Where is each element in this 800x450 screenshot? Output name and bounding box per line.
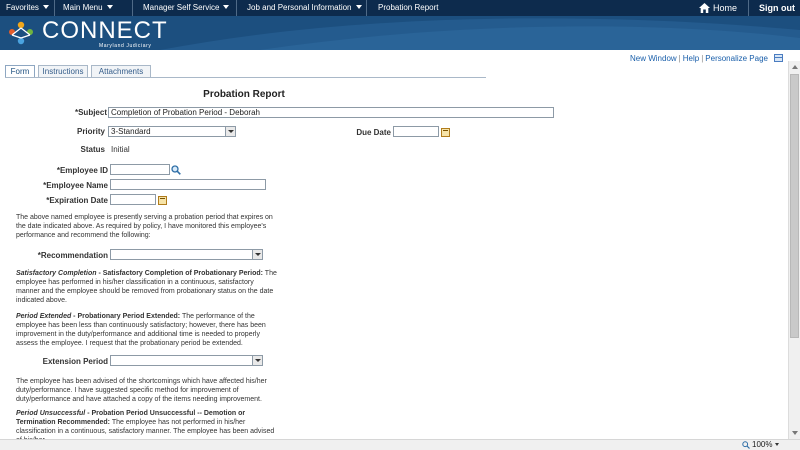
- connect-logo-icon: [9, 21, 33, 45]
- chevron-down-icon: [223, 5, 230, 9]
- period-unsuccessful-paragraph: Period Unsuccessful - Probation Period U…: [16, 409, 278, 439]
- grid-icon[interactable]: [774, 54, 783, 62]
- top-navigation-bar: Favorites Main Menu Manager Self Service…: [0, 0, 800, 16]
- link-separator: |: [701, 54, 704, 63]
- option-title: Period Extended: [16, 313, 72, 320]
- chevron-down-icon: [42, 5, 49, 9]
- option-subtitle: - Probationary Period Extended:: [71, 313, 181, 320]
- advised-paragraph: The employee has been advised of the sho…: [16, 378, 267, 403]
- expiration-date-input[interactable]: [110, 194, 156, 205]
- priority-select[interactable]: 3-Standard: [108, 126, 236, 137]
- option-title: Satisfactory Completion: [16, 270, 97, 277]
- option-title: Period Unsuccessful: [16, 410, 86, 417]
- calendar-icon[interactable]: [441, 128, 450, 137]
- employee-name-label: *Employee Name: [43, 181, 108, 190]
- connect-logo-subtitle: Maryland Judiciary: [99, 43, 152, 49]
- chevron-down-icon[interactable]: [252, 356, 262, 365]
- nav-divider: [366, 0, 367, 16]
- home-link[interactable]: Home: [713, 0, 737, 16]
- zoom-level[interactable]: 100%: [752, 440, 780, 450]
- calendar-icon[interactable]: [158, 196, 167, 205]
- scroll-up-arrow-icon[interactable]: [792, 65, 798, 69]
- status-label: Status: [80, 145, 105, 154]
- page-utility-links: New Window | Help | Personalize Page: [630, 54, 768, 63]
- period-extended-paragraph: Period Extended - Probationary Period Ex…: [16, 312, 278, 348]
- breadcrumb-current-page: Probation Report: [378, 3, 439, 12]
- status-value: Initial: [111, 145, 130, 154]
- nav-divider: [54, 0, 55, 16]
- chevron-down-icon[interactable]: [225, 127, 235, 136]
- favorites-menu[interactable]: Favorites: [6, 0, 49, 16]
- breadcrumb-manager-self-service[interactable]: Manager Self Service: [143, 0, 230, 16]
- priority-label: Priority: [76, 127, 105, 136]
- subject-input[interactable]: Completion of Probation Period - Deborah: [108, 107, 554, 118]
- nav-divider: [236, 0, 237, 16]
- subject-label: *Subject: [74, 108, 107, 117]
- sign-out-link[interactable]: Sign out: [759, 0, 795, 16]
- priority-value: 3-Standard: [111, 127, 151, 136]
- link-separator: |: [678, 54, 681, 63]
- connect-logo-text: CONNECT: [42, 17, 168, 44]
- expiration-date-label: *Expiration Date: [46, 196, 108, 205]
- help-link[interactable]: Help: [683, 54, 699, 63]
- page-title: Probation Report: [203, 89, 285, 100]
- satisfactory-completion-paragraph: Satisfactory Completion - Satisfactory C…: [16, 269, 278, 305]
- employee-id-label: *Employee ID: [56, 166, 108, 175]
- employee-name-input[interactable]: [110, 179, 266, 190]
- lookup-search-icon[interactable]: [171, 165, 181, 175]
- due-date-input[interactable]: [393, 126, 439, 137]
- nav-divider: [748, 0, 749, 16]
- option-subtitle: - Satisfactory Completion of Probationar…: [96, 270, 263, 277]
- nav-divider: [132, 0, 133, 16]
- connect-banner: CONNECT Maryland Judiciary: [0, 16, 800, 50]
- chevron-down-icon: [775, 443, 780, 446]
- chevron-down-icon: [106, 5, 113, 9]
- personalize-page-link[interactable]: Personalize Page: [705, 54, 768, 63]
- tab-divider: [5, 77, 486, 78]
- main-menu[interactable]: Main Menu: [63, 0, 113, 16]
- due-date-label: Due Date: [356, 128, 391, 137]
- extension-period-select[interactable]: [110, 355, 263, 366]
- breadcrumb-label: Job and Personal Information: [247, 3, 352, 12]
- extension-period-label: Extension Period: [42, 357, 108, 366]
- scrollbar-thumb[interactable]: [790, 74, 799, 338]
- zoom-icon: [742, 441, 750, 449]
- favorites-label: Favorites: [6, 3, 39, 12]
- intro-paragraph: The above named employee is presently se…: [16, 214, 273, 239]
- chevron-down-icon: [355, 5, 362, 9]
- recommendation-select[interactable]: [110, 249, 263, 260]
- employee-id-input[interactable]: [110, 164, 170, 175]
- chevron-down-icon[interactable]: [252, 250, 262, 259]
- breadcrumb-job-personal-information[interactable]: Job and Personal Information: [247, 0, 362, 16]
- recommendation-label: *Recommendation: [37, 251, 108, 260]
- breadcrumb-label: Manager Self Service: [143, 3, 220, 12]
- zoom-value: 100%: [752, 440, 773, 449]
- browser-status-bar: 100%: [0, 439, 800, 450]
- main-menu-label: Main Menu: [63, 3, 103, 12]
- vertical-scrollbar[interactable]: [788, 61, 800, 439]
- scroll-down-arrow-icon[interactable]: [792, 431, 798, 435]
- new-window-link[interactable]: New Window: [630, 54, 677, 63]
- home-icon[interactable]: [699, 3, 710, 13]
